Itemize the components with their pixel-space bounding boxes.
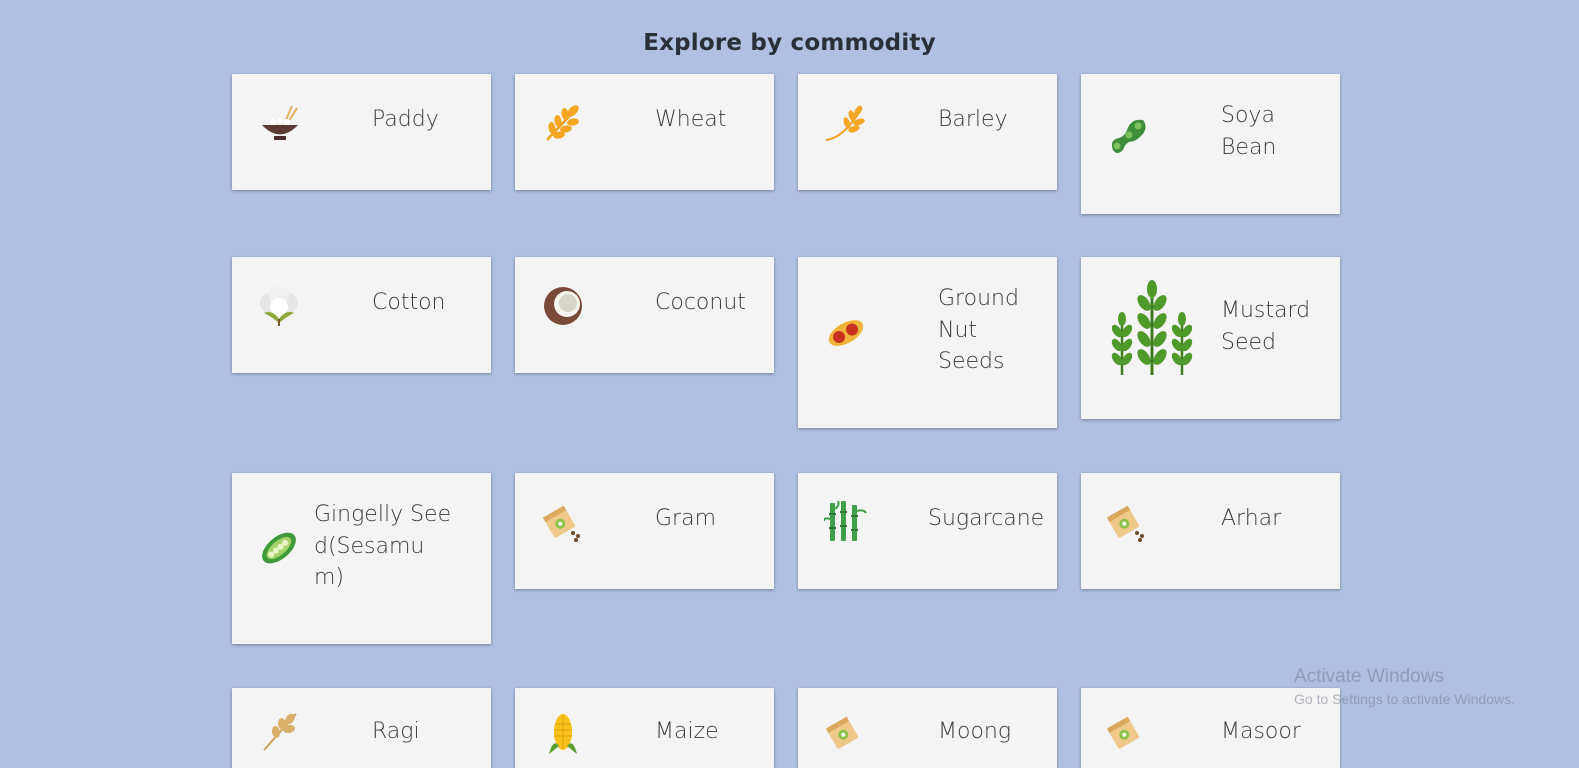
- commodity-card-ragi[interactable]: Ragi: [232, 688, 491, 768]
- seed-packet-icon: [1106, 503, 1149, 547]
- watermark-subtitle: Go to Settings to activate Windows.: [1294, 691, 1515, 707]
- commodity-card-wheat[interactable]: Wheat: [515, 74, 774, 190]
- wheat-icon: [543, 102, 585, 148]
- cotton-icon: [256, 285, 302, 331]
- commodity-card-arhar[interactable]: Arhar: [1081, 473, 1340, 589]
- barley-icon: [824, 102, 868, 148]
- commodity-label: Barley: [938, 107, 1008, 132]
- commodity-card-gingelly-seed[interactable]: Gingelly Seed(Sesamum): [232, 473, 491, 644]
- commodity-label: Wheat: [655, 107, 727, 132]
- commodity-card-sugarcane[interactable]: Sugarcane: [798, 473, 1057, 589]
- commodity-card-paddy[interactable]: Paddy: [232, 74, 491, 190]
- commodity-label: Mustard Seed: [1221, 298, 1311, 355]
- commodity-card-gram[interactable]: Gram: [515, 473, 774, 589]
- commodity-label: Sugarcane: [928, 506, 1045, 531]
- commodity-label: Ground Nut Seeds: [938, 286, 1019, 374]
- commodity-card-cotton[interactable]: Cotton: [232, 257, 491, 373]
- soybean-icon: [1107, 114, 1149, 160]
- ragi-icon: [260, 710, 302, 756]
- commodity-label: Gingelly Seed(Sesamum): [314, 502, 452, 590]
- commodity-label: Gram: [655, 506, 717, 531]
- commodity-card-ground-nut-seeds[interactable]: Ground Nut Seeds: [798, 257, 1057, 428]
- commodity-card-coconut[interactable]: Coconut: [515, 257, 774, 373]
- activate-windows-watermark: Activate Windows Go to Settings to activ…: [1294, 666, 1515, 707]
- seed-packet-icon: [542, 503, 585, 547]
- commodity-label: Cotton: [372, 290, 446, 315]
- peanut-icon: [826, 313, 868, 357]
- seed-packet-icon: [1106, 714, 1149, 758]
- commodity-label: Arhar: [1221, 506, 1282, 531]
- rice-bowl-icon: [260, 104, 302, 148]
- commodity-label: Coconut: [655, 290, 746, 315]
- seed-packet-icon: [825, 714, 868, 758]
- page-title: Explore by commodity: [643, 30, 936, 56]
- commodity-card-maize[interactable]: Maize: [515, 688, 774, 768]
- watermark-title: Activate Windows: [1294, 666, 1444, 687]
- mustard-plant-icon: [1111, 279, 1195, 381]
- commodity-card-soya-bean[interactable]: Soya Bean: [1081, 74, 1340, 214]
- maize-icon: [547, 710, 581, 758]
- coconut-icon: [543, 285, 585, 331]
- commodity-label: Soya Bean: [1221, 103, 1277, 160]
- sugarcane-icon: [823, 499, 868, 547]
- commodity-card-mustard-seed[interactable]: Mustard Seed: [1081, 257, 1340, 419]
- sesame-pod-icon: [258, 527, 300, 573]
- commodity-card-barley[interactable]: Barley: [798, 74, 1057, 190]
- commodity-label: Paddy: [372, 107, 439, 132]
- commodity-card-moong[interactable]: Moong: [798, 688, 1057, 768]
